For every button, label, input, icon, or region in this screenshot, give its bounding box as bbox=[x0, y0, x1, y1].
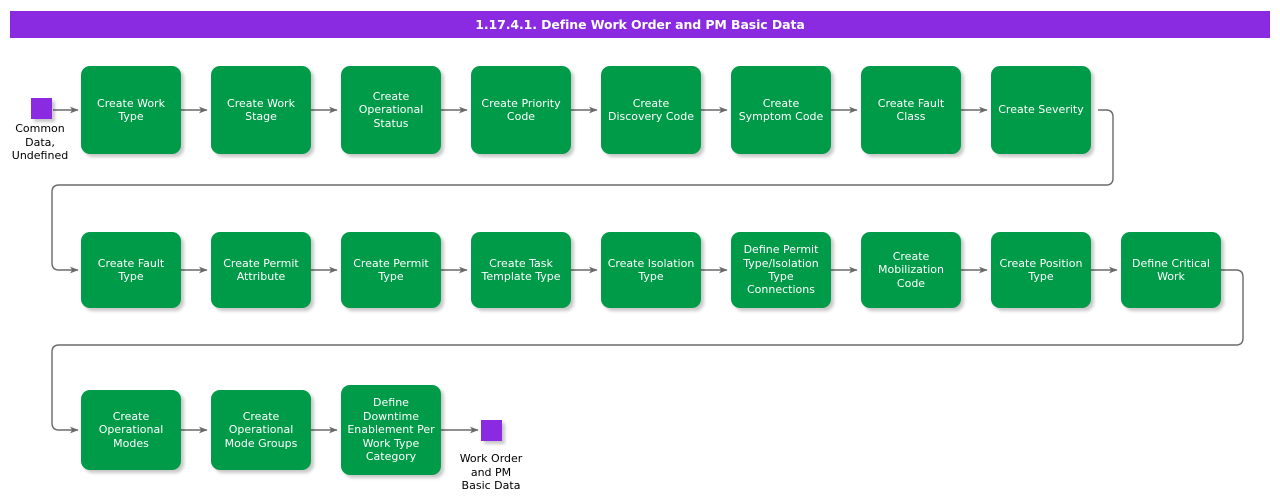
node-create-isolation-type[interactable]: Create Isolation Type bbox=[601, 232, 701, 308]
node-create-priority-code[interactable]: Create Priority Code bbox=[471, 66, 571, 154]
node-label: Create Operational Mode Groups bbox=[224, 409, 298, 450]
end-terminator[interactable] bbox=[481, 420, 502, 441]
node-define-downtime-enablement-per-work-type-category[interactable]: Define Downtime Enablement Per Work Type… bbox=[341, 385, 441, 475]
node-define-permit-type-isolation-type-connections[interactable]: Define Permit Type/Isolation Type Connec… bbox=[731, 232, 831, 308]
end-terminator-label: Work Order and PM Basic Data bbox=[459, 452, 523, 492]
node-create-operational-mode-groups[interactable]: Create Operational Mode Groups bbox=[211, 390, 311, 470]
node-create-severity[interactable]: Create Severity bbox=[991, 66, 1091, 154]
flowchart-canvas: 1.17.4.1. Define Work Order and PM Basic… bbox=[0, 0, 1280, 503]
node-create-position-type[interactable]: Create Position Type bbox=[991, 232, 1091, 308]
start-terminator[interactable] bbox=[31, 98, 52, 119]
diagram-title-bar: 1.17.4.1. Define Work Order and PM Basic… bbox=[10, 11, 1270, 38]
node-label: Create Permit Attribute bbox=[223, 256, 299, 283]
node-create-permit-attribute[interactable]: Create Permit Attribute bbox=[211, 232, 311, 308]
node-label: Create Operational Status bbox=[358, 89, 424, 130]
node-label: Define Critical Work bbox=[1132, 256, 1210, 283]
node-label: Define Permit Type/Isolation Type Connec… bbox=[743, 243, 819, 297]
diagram-title: 1.17.4.1. Define Work Order and PM Basic… bbox=[475, 17, 805, 32]
node-label: Create Permit Type bbox=[353, 256, 429, 283]
node-create-work-stage[interactable]: Create Work Stage bbox=[211, 66, 311, 154]
node-create-symptom-code[interactable]: Create Symptom Code bbox=[731, 66, 831, 154]
node-label: Create Fault Class bbox=[877, 96, 945, 123]
node-label: Create Work Type bbox=[97, 96, 165, 123]
node-create-operational-modes[interactable]: Create Operational Modes bbox=[81, 390, 181, 470]
node-create-work-type[interactable]: Create Work Type bbox=[81, 66, 181, 154]
node-label: Create Mobilization Code bbox=[878, 249, 944, 290]
node-label: Create Isolation Type bbox=[607, 256, 695, 283]
node-label: Create Task Template Type bbox=[481, 256, 561, 283]
node-label: Create Priority Code bbox=[481, 96, 561, 123]
node-create-permit-type[interactable]: Create Permit Type bbox=[341, 232, 441, 308]
node-label: Create Discovery Code bbox=[607, 96, 694, 123]
node-label: Create Operational Modes bbox=[98, 409, 164, 450]
node-create-fault-type[interactable]: Create Fault Type bbox=[81, 232, 181, 308]
node-create-operational-status[interactable]: Create Operational Status bbox=[341, 66, 441, 154]
start-terminator-label: Common Data, Undefined bbox=[11, 122, 69, 162]
node-create-task-template-type[interactable]: Create Task Template Type bbox=[471, 232, 571, 308]
node-create-discovery-code[interactable]: Create Discovery Code bbox=[601, 66, 701, 154]
node-label: Define Downtime Enablement Per Work Type… bbox=[347, 396, 435, 464]
node-label: Create Work Stage bbox=[227, 96, 295, 123]
node-label: Create Severity bbox=[998, 103, 1084, 117]
node-label: Create Symptom Code bbox=[738, 96, 824, 123]
node-create-mobilization-code[interactable]: Create Mobilization Code bbox=[861, 232, 961, 308]
node-create-fault-class[interactable]: Create Fault Class bbox=[861, 66, 961, 154]
node-label: Create Position Type bbox=[999, 256, 1083, 283]
node-define-critical-work[interactable]: Define Critical Work bbox=[1121, 232, 1221, 308]
node-label: Create Fault Type bbox=[97, 256, 165, 283]
